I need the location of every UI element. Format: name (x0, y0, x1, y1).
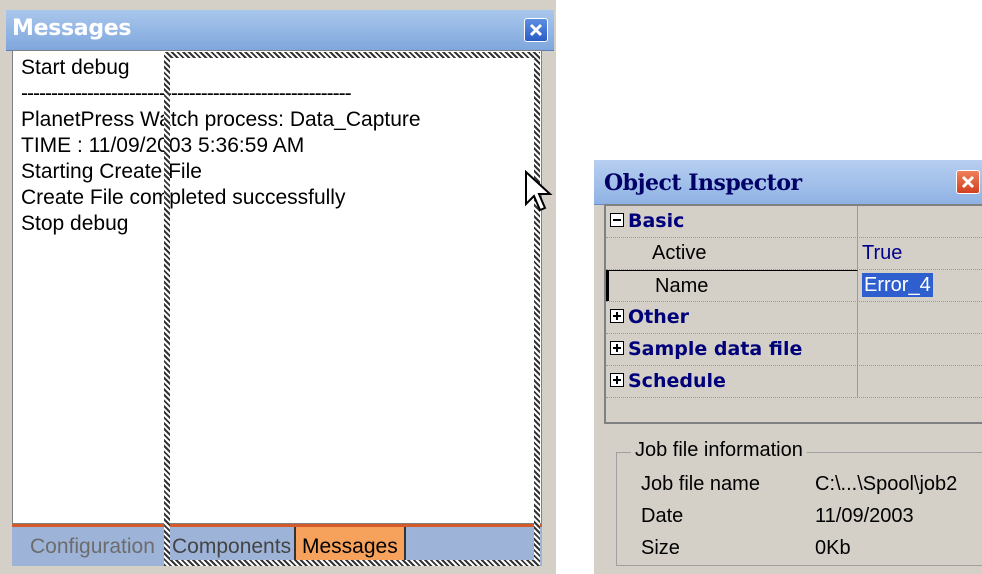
property-value (860, 206, 982, 237)
property-value (860, 366, 982, 397)
job-size-label: Size (641, 537, 680, 559)
expand-icon[interactable] (610, 309, 624, 323)
tab-configuration[interactable]: Configuration (24, 527, 161, 566)
expand-icon[interactable] (610, 341, 624, 355)
messages-log[interactable]: Start debug ----------------------------… (12, 50, 542, 524)
property-row-name[interactable]: Name Error_4 (606, 270, 982, 302)
object-inspector-titlebar[interactable]: Object Inspector (594, 160, 982, 205)
messages-panel: Messages Start debug -------------------… (0, 0, 556, 574)
name-edit-field[interactable]: Error_4 (862, 273, 933, 297)
tab-messages[interactable]: Messages (294, 527, 406, 566)
property-row-sample-data-file[interactable]: Sample data file (606, 334, 982, 366)
job-file-name-value: C:\...\Spool\job2 (815, 473, 958, 495)
messages-tab-strip: Configuration Components Messages (12, 524, 542, 566)
property-grid: Basic Active True Name Error_4 Other Sam… (604, 204, 982, 424)
log-line: Starting Create File (21, 160, 202, 183)
close-icon (961, 175, 975, 189)
log-line: Stop debug (21, 212, 129, 235)
close-icon (529, 23, 543, 37)
property-value[interactable]: True (860, 238, 982, 269)
log-line: Start debug (21, 56, 130, 79)
job-size-value: 0Kb (815, 537, 851, 559)
object-inspector-title: Object Inspector (604, 170, 802, 196)
log-line: TIME : 11/09/2003 5:36:59 AM (21, 134, 305, 157)
category-label: Basic (628, 210, 685, 232)
property-row-active[interactable]: Active True (606, 238, 982, 270)
messages-close-button[interactable] (524, 18, 548, 42)
collapse-icon[interactable] (610, 213, 624, 227)
property-value (860, 334, 982, 365)
messages-lines: Start debug ----------------------------… (21, 55, 421, 237)
tab-components[interactable]: Components (166, 527, 297, 566)
property-row-other[interactable]: Other (606, 302, 982, 334)
property-value (860, 302, 982, 333)
job-date-value: 11/09/2003 (815, 505, 914, 527)
messages-title: Messages (12, 16, 132, 41)
property-row-schedule[interactable]: Schedule (606, 366, 982, 398)
job-file-name-label: Job file name (641, 473, 760, 495)
category-label: Schedule (628, 370, 726, 392)
category-label: Other (628, 306, 690, 328)
property-name: Name (606, 270, 858, 301)
log-line: ----------------------------------------… (21, 82, 352, 105)
expand-icon[interactable] (610, 373, 624, 387)
log-line: PlanetPress Watch process: Data_Capture (21, 108, 421, 131)
property-row-basic[interactable]: Basic (606, 206, 982, 238)
job-file-info-legend: Job file information (631, 439, 807, 462)
object-inspector-panel: Object Inspector Basic Active True Name … (594, 160, 982, 574)
job-date-label: Date (641, 505, 684, 527)
object-inspector-close-button[interactable] (956, 170, 980, 194)
messages-titlebar[interactable]: Messages (6, 10, 554, 51)
mouse-pointer-icon (525, 170, 553, 212)
log-line: Create File completed successfully (21, 186, 346, 209)
property-name: Active (606, 238, 858, 269)
category-label: Sample data file (628, 338, 803, 360)
job-file-info-group: Job file information Job file name C:\..… (616, 439, 982, 566)
